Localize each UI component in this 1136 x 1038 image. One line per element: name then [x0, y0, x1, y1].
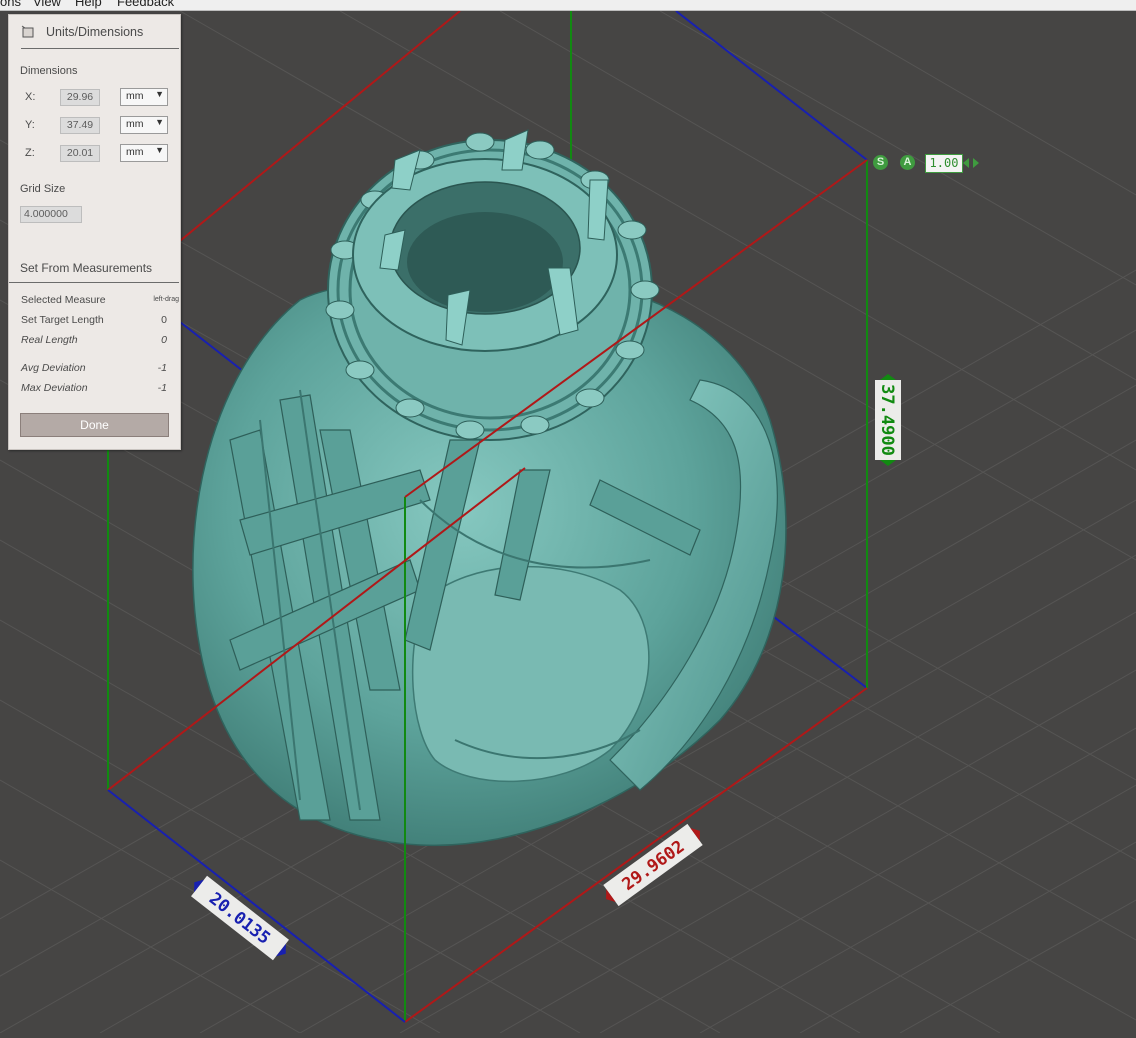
z-unit-value: mm [126, 146, 144, 158]
panel-header: Units/Dimensions [21, 24, 179, 49]
divider [9, 282, 179, 283]
grid-size-heading: Grid Size [20, 183, 66, 195]
z-value-field[interactable]: 20.01 [60, 145, 100, 162]
auto-toggle-button[interactable]: A [900, 155, 915, 170]
y-value-field[interactable]: 37.49 [60, 117, 100, 134]
y-dimension-tag[interactable]: 37.4900 [875, 374, 901, 466]
avg-deviation-value: -1 [157, 362, 167, 374]
x-dimension-value: 29.9602 [619, 837, 689, 895]
scale-increase-arrow-icon[interactable] [973, 158, 979, 168]
set-from-measurements-heading: Set From Measurements [20, 261, 153, 275]
x-label: X: [25, 91, 36, 103]
selected-measure-label: Selected Measure [21, 294, 106, 306]
y-label: Y: [25, 119, 35, 131]
z-unit-select[interactable]: mm ▼ [120, 144, 168, 162]
avg-deviation-label: Avg Deviation [21, 362, 86, 374]
y-dimension-value: 37.4900 [877, 384, 897, 456]
y-unit-value: mm [126, 118, 144, 130]
menu-view[interactable]: View [33, 0, 61, 9]
dimensions-heading: Dimensions [20, 65, 78, 77]
max-deviation-label: Max Deviation [21, 382, 88, 394]
units-dimensions-panel: Units/Dimensions Dimensions X: 29.96 mm … [8, 14, 181, 450]
scale-decrease-arrow-icon[interactable] [963, 158, 969, 168]
cube-icon [21, 25, 34, 38]
z-label: Z: [25, 147, 35, 159]
x-unit-value: mm [126, 90, 144, 102]
y-unit-select[interactable]: mm ▼ [120, 116, 168, 134]
menu-feedback[interactable]: Feedback [117, 0, 174, 9]
selected-measure-value: left-drag [153, 296, 179, 303]
chevron-down-icon: ▼ [155, 117, 164, 127]
set-target-length-value[interactable]: 0 [161, 314, 167, 326]
menu-help[interactable]: Help [75, 0, 102, 9]
snap-toggle-button[interactable]: S [873, 155, 888, 170]
menu-bar: ons View Help Feedback [0, 0, 1136, 11]
panel-title: Units/Dimensions [46, 25, 144, 39]
grid-size-field[interactable]: 4.000000 [20, 206, 82, 223]
z-dimension-value: 20.0135 [205, 889, 274, 949]
scale-input[interactable]: 1.00 [925, 154, 963, 173]
ring-model[interactable] [192, 129, 787, 847]
real-length-value: 0 [161, 334, 167, 346]
x-value-field[interactable]: 29.96 [60, 89, 100, 106]
real-length-label: Real Length [21, 334, 78, 346]
chevron-down-icon: ▼ [155, 89, 164, 99]
chevron-down-icon: ▼ [155, 145, 164, 155]
menu-options[interactable]: ons [0, 0, 21, 9]
max-deviation-value: -1 [157, 382, 167, 394]
set-target-length-label: Set Target Length [21, 314, 104, 326]
done-button[interactable]: Done [20, 413, 169, 437]
x-unit-select[interactable]: mm ▼ [120, 88, 168, 106]
